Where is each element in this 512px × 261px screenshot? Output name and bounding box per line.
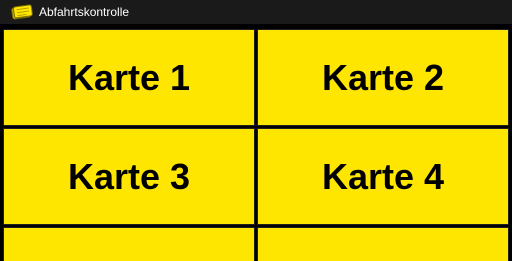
card-label: Karte 4: [321, 155, 445, 197]
card-grid: Karte 1 Karte 2 Karte 3 Karte 4: [0, 24, 512, 261]
card-label: Karte 3: [67, 155, 191, 197]
app-title: Abfahrtskontrolle: [39, 5, 130, 19]
app-window: Abfahrtskontrolle Karte 1 Karte 2 Karte …: [0, 0, 512, 261]
card-button-6[interactable]: [257, 227, 509, 261]
yellow-cards-icon: [10, 3, 34, 21]
title-bar: Abfahrtskontrolle: [0, 0, 512, 24]
card-label: Karte 1: [67, 56, 191, 98]
card-button-1[interactable]: Karte 1: [3, 29, 255, 126]
card-button-4[interactable]: Karte 4: [257, 128, 509, 225]
card-button-2[interactable]: Karte 2: [257, 29, 509, 126]
card-label: Karte 2: [321, 56, 445, 98]
card-button-3[interactable]: Karte 3: [3, 128, 255, 225]
card-button-5[interactable]: [3, 227, 255, 261]
